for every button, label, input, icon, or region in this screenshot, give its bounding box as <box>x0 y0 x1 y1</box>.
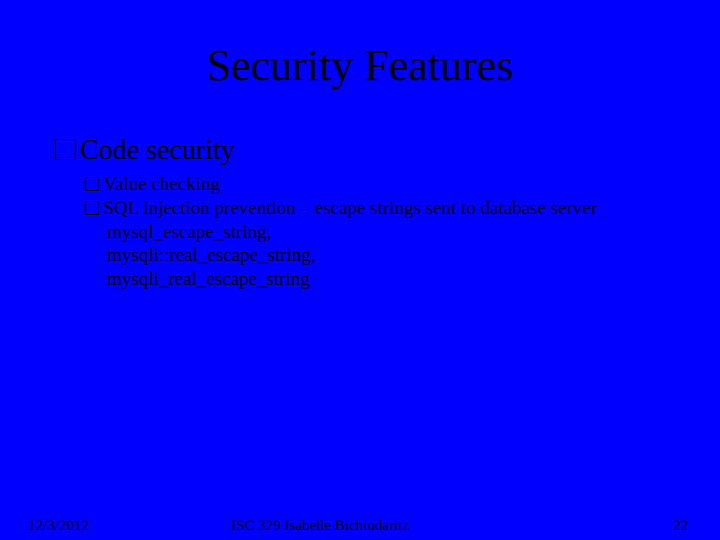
bullet-l2-text: SQL injection prevention – escape string… <box>103 198 597 219</box>
bullet-l2-cont: mysqli::real_escape_string, <box>107 244 680 268</box>
bullet-l2-text: Value checking <box>103 174 220 195</box>
footer-page-number: 22 <box>673 518 688 535</box>
bullet-box-icon <box>85 177 99 191</box>
slide-title: Security Features <box>0 40 720 91</box>
footer-course: ISC 329 Isabelle Bichindaritz <box>0 518 720 535</box>
bullet-l2-cont: mysql_escape_string, <box>107 221 680 245</box>
bullet-l1: Code security <box>55 135 680 167</box>
bullet-box-icon <box>55 139 76 160</box>
bullet-box-icon <box>85 201 99 215</box>
slide-body: Code security Value checking SQL injecti… <box>55 135 680 292</box>
bullet-l2-cont: mysqli_real_escape_string <box>107 268 680 292</box>
bullet-l1-text: Code security <box>80 135 235 166</box>
bullet-l2: SQL injection prevention – escape string… <box>85 197 680 292</box>
slide: Security Features Code security Value ch… <box>0 0 720 540</box>
bullet-l2: Value checking <box>85 173 680 197</box>
